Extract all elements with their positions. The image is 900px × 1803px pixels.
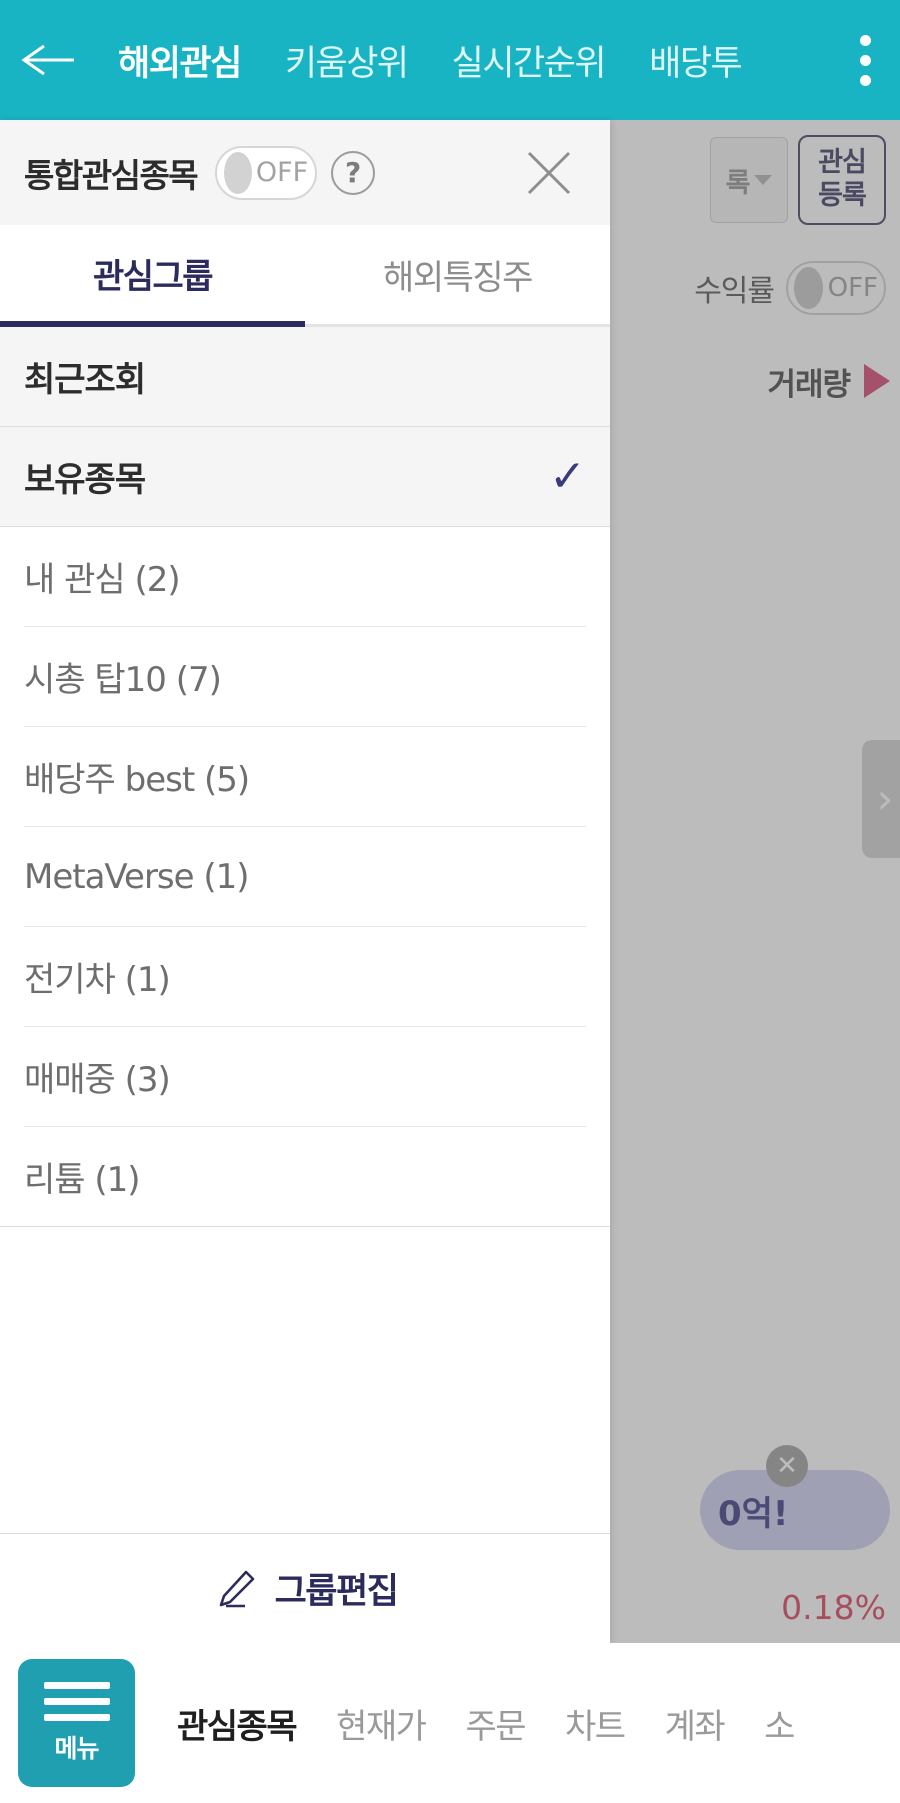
nav-item-more[interactable]: 소 — [744, 1699, 814, 1748]
unified-watchlist-toggle[interactable]: OFF — [215, 145, 318, 200]
nav-item-order[interactable]: 주문 — [445, 1699, 545, 1748]
group-select-text: 록 — [725, 167, 751, 199]
panel-tab-overseas-featured[interactable]: 해외특징주 — [305, 225, 610, 327]
panel-tab-watchlist-group[interactable]: 관심그룹 — [0, 225, 305, 327]
group-select-dropdown[interactable]: 록 — [710, 137, 788, 223]
register-button-line1: 관심 — [818, 147, 867, 179]
group-row-label: 배당주 best (5) — [24, 760, 250, 800]
watchlist-register-button[interactable]: 관심 등록 — [798, 135, 886, 225]
edit-group-label: 그룹편집 — [274, 1572, 399, 1612]
close-icon: ✕ — [776, 1451, 798, 1481]
pencil-icon — [219, 1570, 254, 1607]
watchlist-group-list: 최근조회 보유종목 ✓ 내 관심 (2) 시총 탑10 (7) 배당주 best… — [0, 327, 610, 1533]
play-triangle-icon[interactable] — [864, 364, 890, 398]
background-yield-row: 수익률 OFF — [608, 240, 900, 336]
chevron-right-icon: › — [876, 774, 894, 823]
unified-toggle-state: OFF — [255, 157, 309, 188]
back-arrow-icon[interactable] — [0, 0, 96, 120]
top-tab-list: 해외관심 키움상위 실시간순위 배당투 — [96, 0, 830, 120]
edit-group-button[interactable]: 그룹편집 — [0, 1533, 610, 1643]
panel-tab-label: 해외특징주 — [383, 258, 533, 298]
group-row-label: 매매중 (3) — [24, 1060, 171, 1100]
hamburger-bar — [43, 1713, 110, 1721]
panel-tab-list: 관심그룹 해외특징주 — [0, 225, 610, 327]
group-row-label: 최근조회 — [24, 360, 146, 400]
top-tab-label: 실시간순위 — [451, 43, 607, 84]
group-row-label: 내 관심 (2) — [24, 560, 181, 600]
kebab-dot — [859, 54, 871, 66]
group-row-my-watchlist[interactable]: 내 관심 (2) — [0, 527, 610, 626]
hamburger-bar — [43, 1697, 110, 1705]
background-volume-row: 거래량 — [608, 336, 900, 426]
bottom-navigation-bar: 메뉴 관심종목 현재가 주문 차트 계좌 소 — [0, 1643, 900, 1803]
top-tab-2[interactable]: 실시간순위 — [430, 0, 628, 120]
kebab-dot — [859, 74, 871, 86]
nav-item-account[interactable]: 계좌 — [645, 1699, 745, 1748]
check-icon: ✓ — [549, 450, 586, 502]
group-row-recent[interactable]: 최근조회 — [0, 327, 610, 426]
nav-item-chart[interactable]: 차트 — [545, 1699, 645, 1748]
group-row-dividend-best[interactable]: 배당주 best (5) — [0, 727, 610, 826]
top-tab-0[interactable]: 해외관심 — [96, 0, 263, 120]
group-row-metaverse[interactable]: MetaVerse (1) — [0, 827, 610, 926]
group-row-holdings[interactable]: 보유종목 ✓ — [0, 427, 610, 526]
kebab-menu-icon[interactable] — [830, 0, 900, 120]
list-empty-space — [0, 1227, 610, 1377]
panel-tab-label: 관심그룹 — [92, 256, 214, 297]
top-tab-label: 배당투 — [649, 43, 743, 84]
menu-button[interactable]: 메뉴 — [18, 1659, 135, 1787]
top-app-bar: 해외관심 키움상위 실시간순위 배당투 — [0, 0, 900, 120]
promo-toast-text: 0억! — [718, 1493, 789, 1534]
top-tab-3[interactable]: 배당투 — [627, 0, 763, 120]
group-row-lithium[interactable]: 리튬 (1) — [0, 1127, 610, 1226]
promo-toast-close-icon[interactable]: ✕ — [766, 1445, 808, 1487]
group-row-ev[interactable]: 전기차 (1) — [0, 927, 610, 1026]
nav-item-current-price[interactable]: 현재가 — [316, 1699, 445, 1748]
group-row-label: MetaVerse (1) — [24, 856, 250, 897]
volume-column-label: 거래량 — [767, 366, 851, 403]
nav-item-label: 현재가 — [336, 1706, 427, 1747]
register-button-line2: 등록 — [818, 180, 867, 211]
hamburger-bar — [43, 1681, 110, 1689]
toggle-knob-icon — [224, 151, 252, 194]
side-drawer-handle[interactable]: › — [862, 740, 900, 858]
change-percent-value: 0.18% — [781, 1588, 886, 1627]
group-row-label: 시총 탑10 (7) — [24, 660, 222, 700]
help-icon[interactable]: ? — [331, 150, 376, 195]
nav-item-label: 소 — [764, 1706, 795, 1747]
yield-toggle-state: OFF — [827, 273, 878, 303]
nav-item-label: 주문 — [465, 1706, 526, 1747]
yield-toggle[interactable]: OFF — [786, 261, 886, 315]
group-row-label: 보유종목 — [24, 460, 146, 500]
top-tab-1[interactable]: 키움상위 — [263, 0, 430, 120]
nav-item-label: 관심종목 — [177, 1706, 298, 1747]
top-tab-label: 키움상위 — [284, 43, 409, 84]
background-toolbar-row: 록 관심 등록 — [608, 120, 900, 240]
panel-header: 통합관심종목 OFF ? — [0, 120, 610, 225]
watchlist-group-panel: 통합관심종목 OFF ? 관심그룹 해외특징주 최근조회 보유종목 ✓ 내 관심… — [0, 120, 610, 1643]
panel-title: 통합관심종목 — [24, 155, 199, 195]
nav-item-label: 차트 — [565, 1706, 626, 1747]
chevron-down-icon — [754, 175, 773, 185]
close-panel-icon[interactable] — [510, 134, 588, 212]
yield-label: 수익률 — [694, 274, 775, 309]
nav-item-watchlist[interactable]: 관심종목 — [157, 1699, 316, 1748]
hamburger-icon — [43, 1681, 110, 1721]
toggle-knob-icon — [794, 267, 823, 309]
bottom-nav-items: 관심종목 현재가 주문 차트 계좌 소 — [135, 1699, 900, 1748]
group-row-label: 전기차 (1) — [24, 960, 171, 1000]
top-tab-label: 해외관심 — [118, 43, 242, 84]
group-row-label: 리튬 (1) — [24, 1160, 141, 1200]
kebab-dot — [859, 34, 871, 46]
group-row-trading[interactable]: 매매중 (3) — [0, 1027, 610, 1126]
group-row-market-cap-top10[interactable]: 시총 탑10 (7) — [0, 627, 610, 726]
help-glyph: ? — [345, 156, 362, 189]
menu-button-label: 메뉴 — [54, 1733, 99, 1763]
nav-item-label: 계좌 — [664, 1706, 726, 1747]
